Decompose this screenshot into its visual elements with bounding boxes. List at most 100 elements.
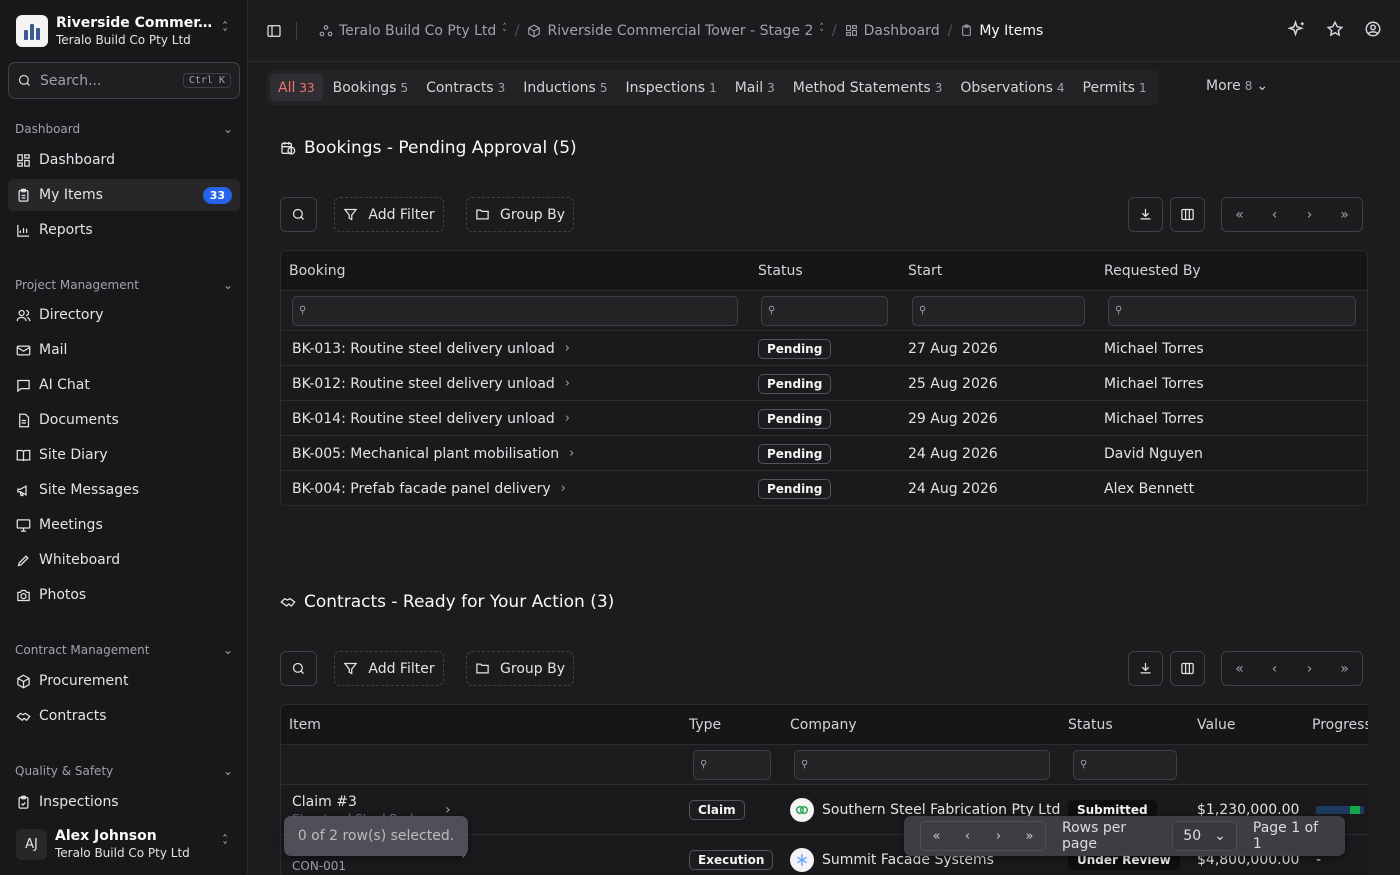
column-header[interactable]: Type	[689, 717, 721, 733]
sidebar-item-site-messages[interactable]: Site Messages	[8, 474, 240, 506]
tab-observations[interactable]: Observations 4	[952, 74, 1072, 101]
column-header[interactable]: Start	[908, 263, 942, 279]
table-search-button[interactable]	[280, 197, 317, 232]
column-header[interactable]: Status	[1068, 717, 1113, 733]
group-by-button[interactable]: Group By	[466, 197, 574, 232]
booking-link[interactable]: BK-004: Prefab facade panel delivery	[292, 481, 551, 497]
filter-input-booking[interactable]: ⚲	[292, 295, 738, 326]
sidebar-toggle-button[interactable]	[266, 23, 282, 39]
filter-input-start[interactable]: ⚲	[912, 295, 1085, 326]
project-switcher[interactable]: Riverside Commer... Teralo Build Co Pty …	[8, 8, 240, 54]
filter-input-requested-by[interactable]: ⚲	[1108, 295, 1356, 326]
more-tabs-button[interactable]: More 8 ⌄	[1206, 78, 1268, 94]
sidebar-item-ai-chat[interactable]: AI Chat	[8, 369, 240, 401]
column-header[interactable]: Booking	[289, 263, 346, 279]
more-count: 8	[1244, 79, 1253, 93]
sidebar-item-dashboard[interactable]: Dashboard	[8, 144, 240, 176]
group-dashboard[interactable]: Dashboard ⌄	[15, 122, 233, 136]
sidebar-item-label: Reports	[39, 222, 93, 238]
booking-link[interactable]: BK-013: Routine steel delivery unload	[292, 341, 555, 357]
column-header[interactable]: Item	[289, 717, 321, 733]
sidebar-item-mail[interactable]: Mail	[8, 334, 240, 366]
tab-label: Inductions	[523, 79, 596, 96]
table-row[interactable]: BK-013: Routine steel delivery unload › P…	[281, 331, 1367, 366]
last-page-icon[interactable]: »	[1327, 652, 1362, 685]
booking-link[interactable]: BK-012: Routine steel delivery unload	[292, 376, 555, 392]
last-page-icon[interactable]: »	[1014, 822, 1045, 850]
sidebar-item-meetings[interactable]: Meetings	[8, 509, 240, 541]
group-contract-management[interactable]: Contract Management ⌄	[15, 643, 233, 657]
first-page-icon[interactable]: «	[921, 822, 952, 850]
user-menu[interactable]: AJ Alex Johnson Teralo Build Co Pty Ltd …	[8, 818, 240, 870]
filter-input-company[interactable]: ⚲	[794, 749, 1050, 780]
sidebar-item-whiteboard[interactable]: Whiteboard	[8, 544, 240, 576]
sidebar-item-reports[interactable]: Reports	[8, 214, 240, 246]
next-page-icon[interactable]: ›	[983, 822, 1014, 850]
column-header[interactable]: Requested By	[1104, 263, 1201, 279]
tab-mail[interactable]: Mail 3	[727, 74, 783, 101]
sidebar-item-contracts[interactable]: Contracts	[8, 700, 240, 732]
download-button[interactable]	[1128, 651, 1163, 686]
column-header[interactable]: Progress	[1312, 717, 1368, 733]
columns-button[interactable]	[1170, 651, 1205, 686]
tab-permits[interactable]: Permits 1	[1075, 74, 1155, 101]
column-header[interactable]: Value	[1197, 717, 1235, 733]
tab-contracts[interactable]: Contracts 3	[418, 74, 513, 101]
add-filter-button[interactable]: Add Filter	[334, 651, 444, 686]
table-search-button[interactable]	[280, 651, 317, 686]
first-page-icon[interactable]: «	[1222, 198, 1257, 231]
booking-link[interactable]: BK-014: Routine steel delivery unload	[292, 411, 555, 427]
star-icon[interactable]	[1326, 20, 1344, 38]
breadcrumb-project[interactable]: Riverside Commercial Tower - Stage 2 ˄ ˅	[527, 23, 824, 39]
prev-page-icon[interactable]: ‹	[1257, 198, 1292, 231]
tab-inspections[interactable]: Inspections 1	[617, 74, 724, 101]
group-project-management[interactable]: Project Management ⌄	[15, 278, 233, 292]
sidebar-item-directory[interactable]: Directory	[8, 299, 240, 331]
tab-method-statements[interactable]: Method Statements 3	[785, 74, 951, 101]
next-page-icon[interactable]: ›	[1292, 652, 1327, 685]
booking-link[interactable]: BK-005: Mechanical plant mobilisation	[292, 446, 559, 462]
breadcrumb-org[interactable]: Teralo Build Co Pty Ltd ˄ ˅	[319, 23, 507, 39]
last-page-icon[interactable]: »	[1327, 198, 1362, 231]
search-box[interactable]: Ctrl K	[8, 62, 240, 99]
chevron-down-icon: ⌄	[222, 278, 233, 292]
start-date: 24 Aug 2026	[908, 480, 998, 497]
first-page-icon[interactable]: «	[1222, 652, 1257, 685]
sidebar-item-photos[interactable]: Photos	[8, 579, 240, 611]
tab-label: Method Statements	[792, 79, 931, 96]
tab-bookings[interactable]: Bookings 5	[325, 74, 416, 101]
rows-per-page-select[interactable]: 50 ⌄	[1172, 821, 1237, 851]
table-row[interactable]: BK-005: Mechanical plant mobilisation › P…	[281, 436, 1367, 471]
sidebar-item-inspections[interactable]: Inspections	[8, 786, 240, 818]
user-circle-icon[interactable]	[1364, 20, 1382, 38]
filter-input-status[interactable]: ⚲	[761, 295, 888, 326]
breadcrumb-dashboard[interactable]: Dashboard	[845, 23, 940, 39]
prev-page-icon[interactable]: ‹	[1257, 652, 1292, 685]
users-icon	[16, 309, 31, 321]
sidebar-item-site-diary[interactable]: Site Diary	[8, 439, 240, 471]
group-quality-safety[interactable]: Quality & Safety ⌄	[15, 764, 233, 778]
table-row[interactable]: BK-014: Routine steel delivery unload › P…	[281, 401, 1367, 436]
chevron-right-icon: ›	[564, 411, 570, 426]
sidebar-item-documents[interactable]: Documents	[8, 404, 240, 436]
download-button[interactable]	[1128, 197, 1163, 232]
rows-per-page-label: Rows per page	[1062, 820, 1127, 852]
filter-input-type[interactable]: ⚲	[693, 749, 771, 780]
prev-page-icon[interactable]: ‹	[952, 822, 983, 850]
sidebar-item-my-items[interactable]: My Items 33	[8, 179, 240, 211]
group-by-button[interactable]: Group By	[466, 651, 574, 686]
column-header[interactable]: Company	[790, 717, 857, 733]
contract-item-link[interactable]: Claim #3	[292, 794, 357, 810]
tab-all[interactable]: All 33	[270, 74, 323, 101]
columns-button[interactable]	[1170, 197, 1205, 232]
table-row[interactable]: BK-012: Routine steel delivery unload › P…	[281, 366, 1367, 401]
next-page-icon[interactable]: ›	[1292, 198, 1327, 231]
sidebar-item-procurement[interactable]: Procurement	[8, 665, 240, 697]
column-header[interactable]: Status	[758, 263, 803, 279]
table-row[interactable]: BK-004: Prefab facade panel delivery › Pe…	[281, 471, 1367, 505]
filter-input-status[interactable]: ⚲	[1073, 749, 1177, 780]
search-input[interactable]	[40, 72, 170, 89]
tab-inductions[interactable]: Inductions 5	[515, 74, 615, 101]
sparkles-icon[interactable]	[1288, 20, 1306, 38]
add-filter-button[interactable]: Add Filter	[334, 197, 444, 232]
